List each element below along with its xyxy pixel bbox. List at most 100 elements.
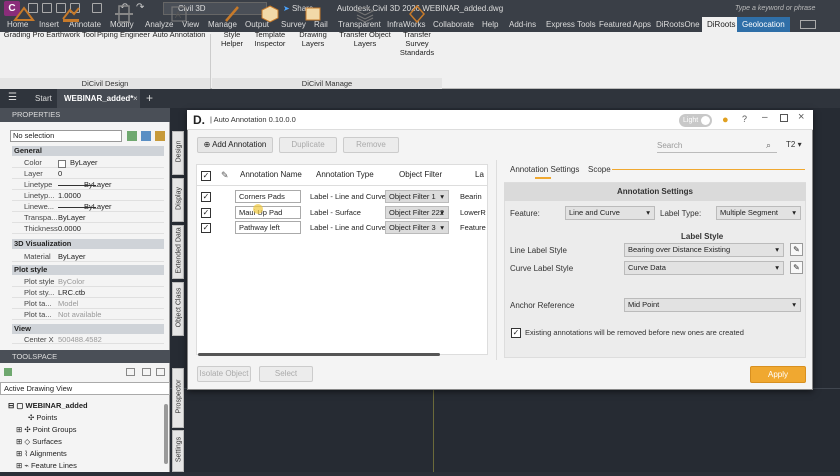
panel-toggle-icon[interactable]	[800, 20, 816, 29]
transfer-object-layers-button[interactable]: Transfer Object Layers	[339, 4, 391, 48]
anchor-reference-select[interactable]: Mid Point ▾	[624, 298, 801, 312]
object-filter-select[interactable]: Object Filter 3 ▾	[385, 221, 449, 234]
tab-help[interactable]: Help	[477, 17, 503, 32]
tab-start[interactable]: Start	[28, 89, 59, 108]
toolspace-icon[interactable]	[4, 368, 12, 376]
select-all-checkbox[interactable]: ✓	[201, 171, 211, 181]
drawing-layers-button[interactable]: Drawing Layers	[288, 4, 338, 48]
prop-row[interactable]: Color ByLayer	[12, 157, 164, 168]
piping-engineer-button[interactable]: Piping Engineer	[97, 4, 150, 39]
object-filter-select[interactable]: Object Filter 1 ▾	[385, 190, 449, 203]
tab-annotation-settings[interactable]: Annotation Settings	[510, 163, 579, 176]
select-button[interactable]: Select	[259, 366, 313, 382]
prop-row[interactable]: Center X 500488.4582	[12, 335, 164, 344]
tab-scope[interactable]: Scope	[588, 163, 611, 176]
section-plot-style[interactable]: Plot style	[12, 265, 164, 275]
style-helper-button[interactable]: Style Helper	[212, 4, 252, 48]
tree-item-alignments[interactable]: ⊞ ⌇ Alignments	[16, 448, 67, 459]
tree-item-point-groups[interactable]: ⊞ ✣ Point Groups	[16, 424, 77, 435]
close-tab-icon[interactable]: ×	[133, 94, 138, 103]
prop-row[interactable]: Material ByLayer	[12, 251, 164, 262]
keyword-search[interactable]: Type a keyword or phrase	[735, 3, 835, 14]
tree-item-surfaces[interactable]: ⊞ ◇ Surfaces	[16, 436, 62, 447]
feature-select[interactable]: Line and Curve ▾	[565, 206, 655, 220]
col-label[interactable]: La	[475, 167, 484, 183]
tab-express-tools[interactable]: Express Tools	[541, 17, 601, 32]
label-type-label: Label Type:	[660, 209, 702, 218]
toolspace-scrollbar[interactable]	[164, 404, 168, 464]
tab-drawing[interactable]: WEBINAR_added*	[57, 89, 141, 108]
toolspace-view-icon[interactable]	[126, 368, 135, 376]
user-icon[interactable]: ●	[722, 114, 729, 126]
section-general[interactable]: General	[12, 146, 164, 156]
prop-row[interactable]: Plot ta... Not available	[12, 309, 164, 320]
prop-row[interactable]: Plot style ByColor	[12, 276, 164, 287]
isolate-object-button[interactable]: Isolate Object	[197, 366, 251, 382]
close-icon[interactable]: ×	[798, 111, 804, 123]
select-objects-icon[interactable]	[141, 131, 151, 141]
side-tab-object-class[interactable]: Object Class	[172, 282, 184, 336]
tab-dirootsone[interactable]: DiRootsOne	[651, 17, 705, 32]
section-view[interactable]: View	[12, 324, 164, 334]
side-tab-prospector[interactable]: Prospector	[172, 368, 184, 428]
side-tab-extended-data[interactable]: Extended Data	[172, 225, 184, 279]
toolspace-refresh-icon[interactable]	[156, 368, 165, 376]
line-label-style-select[interactable]: Bearing over Distance Existing ▾	[624, 243, 784, 257]
auto-annotation-button[interactable]: A Auto Annotation	[151, 4, 207, 39]
remove-button[interactable]: Remove	[343, 137, 399, 153]
object-filter-select[interactable]: Object Filter 222 ▾	[385, 206, 449, 219]
quick-select-icon[interactable]	[155, 131, 165, 141]
earthwork-tool-button[interactable]: Earthwork Tool	[46, 4, 96, 39]
transfer-survey-standards-button[interactable]: Transfer Survey Standards	[392, 4, 442, 57]
prop-row[interactable]: Layer 0	[12, 168, 164, 179]
side-tab-settings[interactable]: Settings	[172, 430, 184, 472]
tab-diroots[interactable]: DiRoots	[702, 17, 741, 32]
selection-dropdown[interactable]: No selection	[10, 130, 122, 142]
apply-button[interactable]: Apply	[750, 366, 806, 383]
tab-geolocation[interactable]: Geolocation	[737, 17, 790, 32]
help-icon[interactable]: ?	[742, 114, 747, 124]
row-checkbox[interactable]: ✓	[201, 192, 211, 202]
add-annotation-button[interactable]: ⊕ Add Annotation	[197, 137, 273, 153]
curve-label-style-select[interactable]: Curve Data ▾	[624, 261, 784, 275]
row-checkbox[interactable]: ✓	[201, 223, 211, 233]
col-object-filter[interactable]: Object Filter	[399, 167, 442, 183]
toolspace-options-icon[interactable]	[142, 368, 151, 376]
tree-item-feature-lines[interactable]: ⊞ ⌁ Feature Lines	[16, 460, 77, 471]
language-select[interactable]: T2 ▾	[786, 140, 802, 149]
new-tab-icon[interactable]: +	[146, 91, 153, 105]
table-scrollbar[interactable]	[198, 353, 440, 356]
label-type-select[interactable]: Multiple Segment ▾	[716, 206, 801, 220]
prop-row[interactable]: Transpa... ByLayer	[12, 212, 164, 223]
menu-icon[interactable]: ☰	[8, 93, 17, 103]
prop-row[interactable]: Plot ta... Model	[12, 298, 164, 309]
annotation-name-input[interactable]: Pathway left	[235, 221, 301, 234]
maximize-icon[interactable]	[780, 114, 788, 122]
col-annotation-type[interactable]: Annotation Type	[316, 167, 374, 183]
side-tab-display[interactable]: Display	[172, 178, 184, 222]
edit-line-style-icon[interactable]: ✎	[790, 243, 803, 256]
toolspace-view-select[interactable]: Active Drawing View	[0, 382, 170, 395]
side-tab-design[interactable]: Design	[172, 131, 184, 175]
row-checkbox[interactable]: ✓	[201, 208, 211, 218]
edit-curve-style-icon[interactable]: ✎	[790, 261, 803, 274]
col-annotation-name[interactable]: Annotation Name	[240, 167, 302, 183]
template-inspector-button[interactable]: Template Inspector	[253, 4, 287, 48]
annotation-name-input[interactable]: Corners Pads	[235, 190, 301, 203]
tree-item-drawing[interactable]: ⊟ ▢ WEBINAR_added	[8, 400, 88, 411]
grading-pro-button[interactable]: Grading Pro	[3, 4, 45, 39]
prop-row[interactable]: Linetyp... 1.0000	[12, 190, 164, 201]
prop-row[interactable]: Thickness 0.0000	[12, 223, 164, 234]
tree-item-points[interactable]: ✣ Points	[28, 412, 57, 423]
section-3d-visualization[interactable]: 3D Visualization	[12, 239, 164, 249]
minimize-icon[interactable]: –	[762, 112, 768, 123]
tab-addins[interactable]: Add-ins	[504, 17, 541, 32]
search-input[interactable]: Search	[657, 140, 777, 153]
prop-row[interactable]: Plot sty... LRC.ctb	[12, 287, 164, 298]
theme-toggle[interactable]: Light	[679, 114, 712, 127]
annotation-name-input[interactable]: Maui Up Pad	[235, 206, 301, 219]
remove-existing-checkbox[interactable]: ✓	[511, 328, 521, 338]
toggle-pickadd-icon[interactable]	[127, 131, 137, 141]
tab-featured-apps[interactable]: Featured Apps	[594, 17, 656, 32]
duplicate-button[interactable]: Duplicate	[279, 137, 337, 153]
